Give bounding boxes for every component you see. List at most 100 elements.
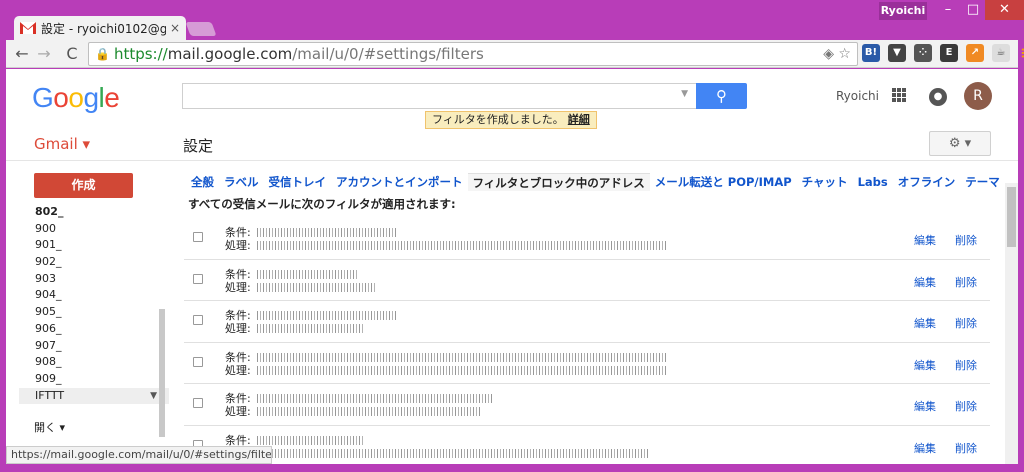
tab-settings-6[interactable]: チャット	[797, 173, 853, 191]
sidebar-item-label[interactable]: IFTTT ▼	[19, 387, 169, 405]
edit-filter-link[interactable]: 編集	[914, 274, 936, 290]
close-window-button[interactable]: ✕	[985, 0, 1024, 20]
minimize-button[interactable]: –	[934, 0, 962, 20]
filter-checkbox[interactable]	[193, 232, 203, 242]
filter-condition-label: 条件:	[225, 267, 251, 281]
filter-checkbox[interactable]	[193, 398, 203, 408]
back-button[interactable]: ←	[12, 44, 32, 64]
filter-row: 条件:処理:編集削除	[184, 384, 990, 426]
tab-settings-4[interactable]: フィルタとブロック中のアドレス	[467, 173, 650, 191]
edit-filter-link[interactable]: 編集	[914, 357, 936, 373]
tab-settings-2[interactable]: 受信トレイ	[264, 173, 332, 191]
sidebar-item-label[interactable]: 907_	[19, 338, 169, 355]
tab-close-icon[interactable]: ×	[170, 21, 180, 35]
label-list: 802_ 900 901_ 902_ 903 904_ 905_ 906_ 907_ 908_ 90…	[19, 204, 169, 439]
search-options-chevron-down-icon[interactable]: ▼	[681, 89, 688, 99]
apps-grid-icon[interactable]	[892, 88, 906, 102]
sidebar-item-label[interactable]: 802_	[19, 204, 169, 221]
bookmark-star-icon[interactable]: ◈ ☆	[823, 46, 851, 62]
address-bar[interactable]: 🔒 https:// mail.google.com /mail/u/0/#se…	[88, 42, 858, 66]
filter-description: 条件:処理:	[225, 351, 251, 377]
delete-filter-link[interactable]: 削除	[955, 274, 977, 290]
edit-filter-link[interactable]: 編集	[914, 232, 936, 248]
tab-settings-1[interactable]: ラベル	[219, 173, 264, 191]
redacted-condition-text	[257, 352, 666, 362]
filter-checkbox[interactable]	[193, 315, 203, 325]
tab-settings-8[interactable]: オフライン	[893, 173, 961, 191]
lock-icon: 🔒	[95, 47, 110, 61]
filter-action-label: 処理:	[225, 280, 251, 294]
filter-condition-label: 条件:	[225, 226, 251, 239]
filter-description: 条件:処理:	[225, 226, 251, 252]
filter-description: 条件:処理:	[225, 309, 251, 335]
delete-filter-link[interactable]: 削除	[955, 315, 977, 331]
gmail-icon	[20, 22, 36, 34]
new-tab-button[interactable]	[185, 22, 217, 36]
reload-button[interactable]: C	[62, 44, 82, 64]
evernote-icon[interactable]: E	[940, 44, 958, 62]
edit-filter-link[interactable]: 編集	[914, 315, 936, 331]
window-titlebar: 設定 - ryoichi0102@gm × Ryoichi – □ ✕	[0, 0, 1024, 40]
gmail-page: Google ▼ ⚲ Ryoichi ● R フィルタを作成しました。 詳細 Gm…	[6, 69, 1018, 464]
edit-filter-link[interactable]: 編集	[914, 440, 936, 456]
forward-button[interactable]: →	[34, 44, 54, 64]
tab-settings-7[interactable]: Labs	[853, 173, 893, 191]
maximize-button[interactable]: □	[962, 0, 984, 20]
settings-gear-icon[interactable]: ⚙ ▾	[929, 131, 991, 156]
sidebar-item-label[interactable]: 902_	[19, 254, 169, 271]
delete-filter-link[interactable]: 削除	[955, 398, 977, 414]
url-host: mail.google.com	[167, 45, 293, 63]
avatar[interactable]: R	[964, 82, 992, 110]
settings-subheader: Gmail ▾ 設定 ⚙ ▾	[6, 125, 1018, 161]
tab-settings-0[interactable]: 全般	[186, 173, 219, 191]
more-labels-link[interactable]: 開く ▾	[34, 419, 65, 435]
search-input[interactable]: ▼	[182, 83, 697, 109]
redacted-action-text	[257, 365, 666, 375]
label-scrollbar[interactable]	[159, 309, 165, 437]
filter-condition-label: 条件:	[225, 309, 251, 322]
hatena-bookmark-icon[interactable]: B!	[862, 44, 880, 62]
sidebar-item-label[interactable]: 900	[19, 221, 169, 238]
sidebar-item-label[interactable]: 901_	[19, 237, 169, 254]
compose-button[interactable]: 作成	[34, 173, 133, 198]
sidebar-item-label[interactable]: 906_	[19, 321, 169, 338]
delete-filter-link[interactable]: 削除	[955, 440, 977, 456]
pocket-icon[interactable]: ▼	[888, 44, 906, 62]
sidebar-item-label[interactable]: 903	[19, 271, 169, 288]
menu-icon[interactable]: ≡	[1018, 44, 1024, 62]
delete-filter-link[interactable]: 削除	[955, 232, 977, 248]
gmail-menu[interactable]: Gmail ▾	[34, 135, 90, 153]
redacted-action-text	[257, 448, 649, 458]
filter-action-label: 処理:	[225, 405, 251, 418]
filter-action-label: 処理:	[225, 239, 251, 252]
notifications-bell-icon[interactable]: ●	[929, 88, 947, 106]
edit-filter-link[interactable]: 編集	[914, 398, 936, 414]
label-options-chevron-down-icon[interactable]: ▼	[150, 388, 157, 405]
filter-list: 条件: 処理: 編集 削除 条件: 処理: 編集 削除 条件: 処理: 編集 削除 条件: 処理: 編集 削除…	[184, 218, 990, 464]
sidebar-item-label[interactable]: 908_	[19, 354, 169, 371]
google-logo[interactable]: Google	[32, 82, 120, 114]
filter-checkbox[interactable]	[193, 273, 203, 284]
chart-extension-icon[interactable]: ↗	[966, 44, 984, 62]
filter-checkbox[interactable]	[193, 356, 203, 367]
sidebar-item-label[interactable]: 904_	[19, 287, 169, 304]
browser-toolbar: ← → C 🔒 https:// mail.google.com /mail/u…	[6, 40, 1024, 68]
tab-settings-9[interactable]: テーマ	[960, 173, 1005, 191]
browser-tab[interactable]: 設定 - ryoichi0102@gm ×	[14, 16, 186, 40]
page-scrollbar[interactable]	[1005, 183, 1018, 464]
filter-action-label: 処理:	[225, 322, 251, 335]
settings-tabs: 全般 ラベル 受信トレイ アカウントとインポート フィルタとブロック中のアドレス メール転…	[186, 173, 1005, 191]
mug-icon[interactable]: ☕	[992, 44, 1010, 62]
filter-condition-label: 条件:	[225, 350, 251, 364]
search-button[interactable]: ⚲	[696, 83, 747, 109]
tab-settings-3[interactable]: アカウントとインポート	[331, 173, 468, 191]
profile-badge[interactable]: Ryoichi	[879, 2, 927, 20]
tab-settings-5[interactable]: メール転送と POP/IMAP	[650, 173, 797, 191]
account-name[interactable]: Ryoichi	[836, 89, 879, 103]
search-icon: ⚲	[716, 87, 727, 105]
sidebar-item-label[interactable]: 909_	[19, 371, 169, 388]
sidebar-item-label[interactable]: 905_	[19, 304, 169, 321]
filter-row: 条件:処理:編集削除	[184, 426, 990, 465]
delete-filter-link[interactable]: 削除	[955, 357, 977, 373]
grid-icon[interactable]: ⁘	[914, 44, 932, 62]
